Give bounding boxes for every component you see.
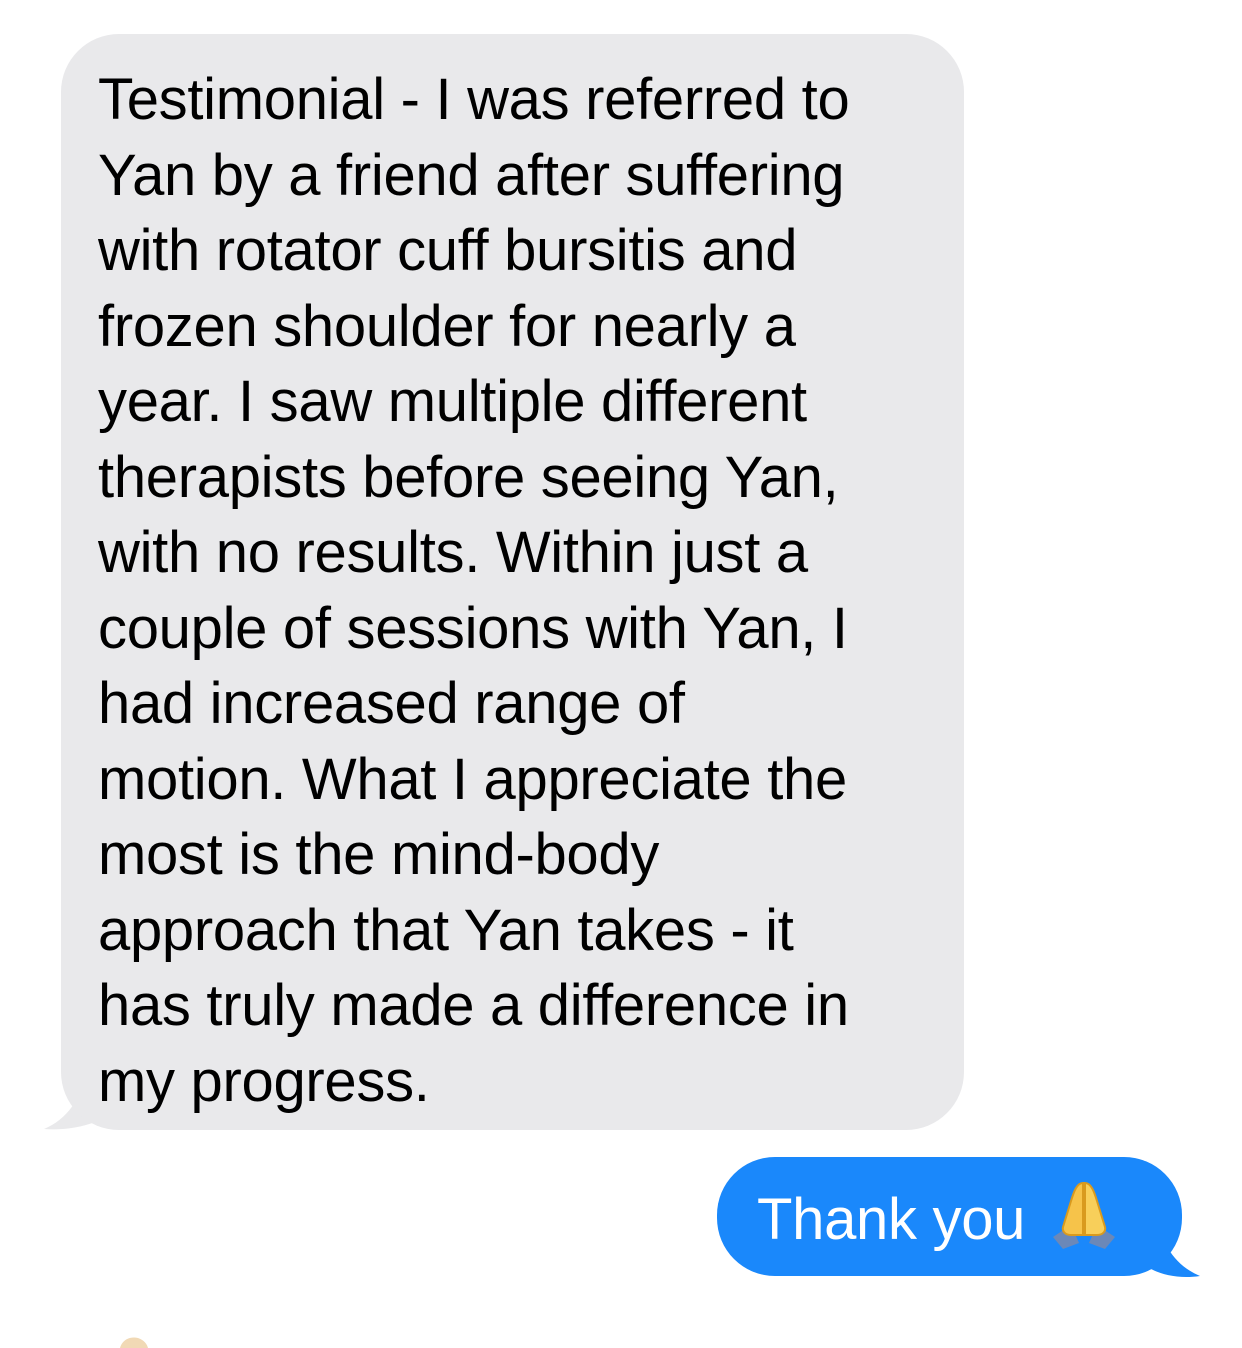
folded-hands-icon bbox=[1052, 1181, 1115, 1249]
incoming-message-bubble[interactable]: Testimonial - I was referred to Yan by a… bbox=[61, 34, 964, 1130]
message-thread: Testimonial - I was referred to Yan by a… bbox=[0, 0, 1242, 1348]
emoji-peek-icon bbox=[120, 1337, 148, 1348]
outgoing-message-bubble[interactable]: Thank you bbox=[717, 1157, 1182, 1276]
incoming-message-text: Testimonial - I was referred to Yan by a… bbox=[98, 67, 850, 1114]
outgoing-message-text: Thank you bbox=[757, 1187, 1026, 1252]
